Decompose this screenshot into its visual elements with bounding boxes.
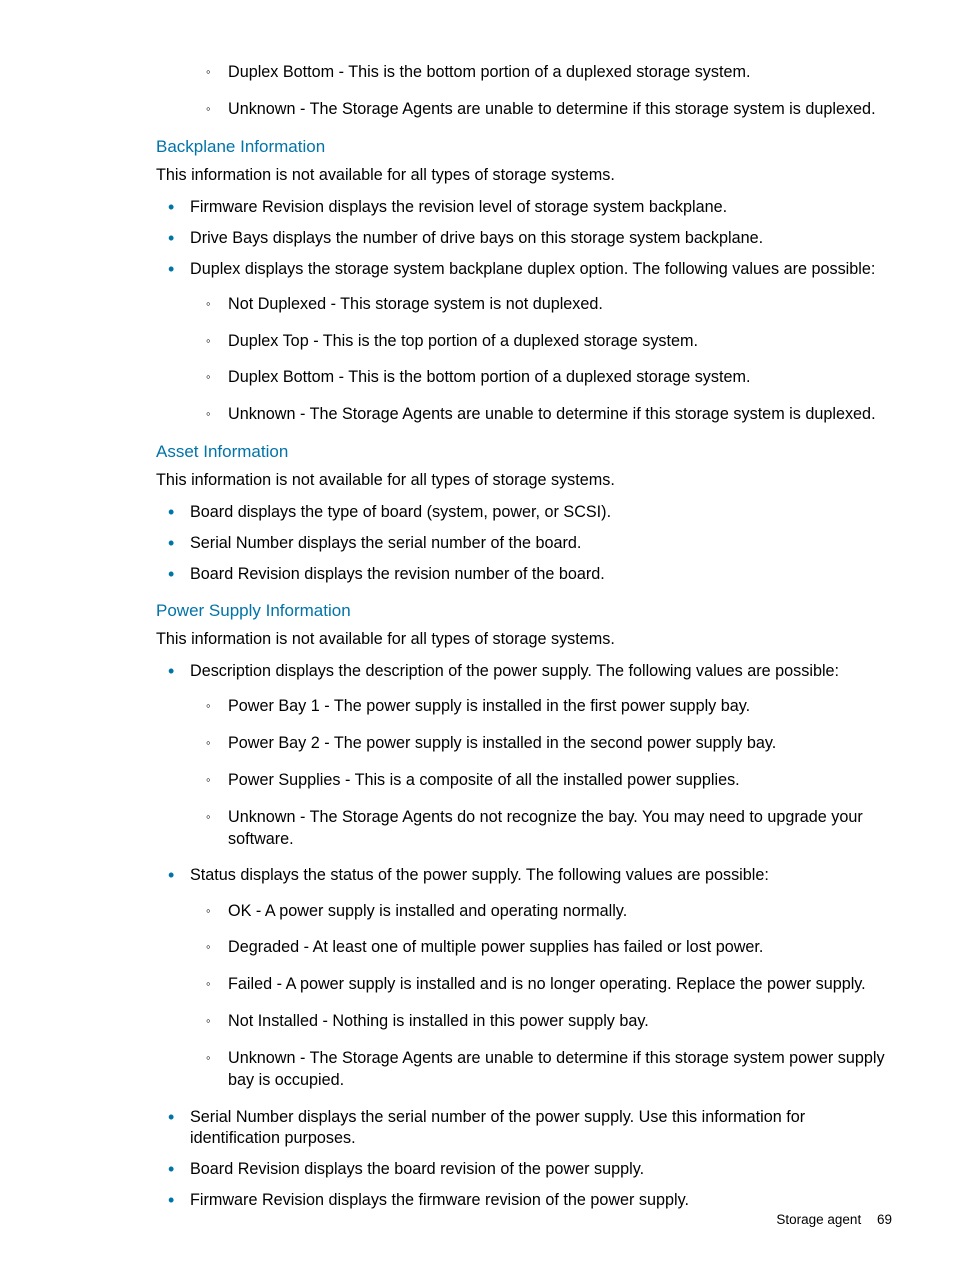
list-item: Duplex Top - This is the top portion of … [208,331,894,353]
list-item-text: Status displays the status of the power … [190,866,769,884]
heading-asset: Asset Information [156,442,894,462]
list-item-text: Duplex displays the storage system backp… [190,260,875,278]
list-item: Power Bay 1 - The power supply is instal… [208,696,894,718]
backplane-list: Firmware Revision displays the revision … [156,197,894,427]
list-item: Failed - A power supply is installed and… [208,974,894,996]
paragraph: This information is not available for al… [156,470,894,492]
footer-page-number: 69 [877,1212,892,1227]
list-item: Serial Number displays the serial number… [172,1107,894,1149]
list-item: Duplex displays the storage system backp… [172,259,894,427]
list-item: Duplex Bottom - This is the bottom porti… [208,62,894,84]
list-item: Not Installed - Nothing is installed in … [208,1011,894,1033]
asset-list: Board displays the type of board (system… [156,502,894,585]
list-item: Firmware Revision displays the firmware … [172,1190,894,1211]
list-item: Unknown - The Storage Agents are unable … [208,1048,894,1092]
list-item: Board displays the type of board (system… [172,502,894,523]
power-list: Description displays the description of … [156,661,894,1211]
list-item: Board Revision displays the revision num… [172,564,894,585]
document-page: Duplex Bottom - This is the bottom porti… [0,0,954,1271]
power-status-sublist: OK - A power supply is installed and ope… [190,901,894,1092]
list-item: OK - A power supply is installed and ope… [208,901,894,923]
list-item: Firmware Revision displays the revision … [172,197,894,218]
list-item: Duplex Bottom - This is the bottom porti… [172,62,894,121]
page-footer: Storage agent 69 [776,1212,892,1227]
list-item: Degraded - At least one of multiple powe… [208,937,894,959]
footer-section-label: Storage agent [776,1212,861,1227]
list-item: Unknown - The Storage Agents are unable … [208,404,894,426]
list-item: Unknown - The Storage Agents are unable … [208,99,894,121]
list-item: Duplex Bottom - This is the bottom porti… [208,367,894,389]
intro-sub-list: Duplex Bottom - This is the bottom porti… [190,62,894,121]
intro-continuation-list: Duplex Bottom - This is the bottom porti… [156,62,894,121]
list-item: Unknown - The Storage Agents do not reco… [208,807,894,851]
backplane-duplex-sublist: Not Duplexed - This storage system is no… [190,294,894,426]
power-desc-sublist: Power Bay 1 - The power supply is instal… [190,696,894,850]
list-item: Serial Number displays the serial number… [172,533,894,554]
heading-power: Power Supply Information [156,601,894,621]
list-item: Description displays the description of … [172,661,894,850]
paragraph: This information is not available for al… [156,165,894,187]
page-content: Duplex Bottom - This is the bottom porti… [60,62,894,1211]
list-item: Drive Bays displays the number of drive … [172,228,894,249]
list-item: Power Supplies - This is a composite of … [208,770,894,792]
list-item-text: Description displays the description of … [190,662,839,680]
list-item: Status displays the status of the power … [172,865,894,1091]
list-item: Power Bay 2 - The power supply is instal… [208,733,894,755]
list-item: Not Duplexed - This storage system is no… [208,294,894,316]
list-item: Board Revision displays the board revisi… [172,1159,894,1180]
paragraph: This information is not available for al… [156,629,894,651]
heading-backplane: Backplane Information [156,137,894,157]
